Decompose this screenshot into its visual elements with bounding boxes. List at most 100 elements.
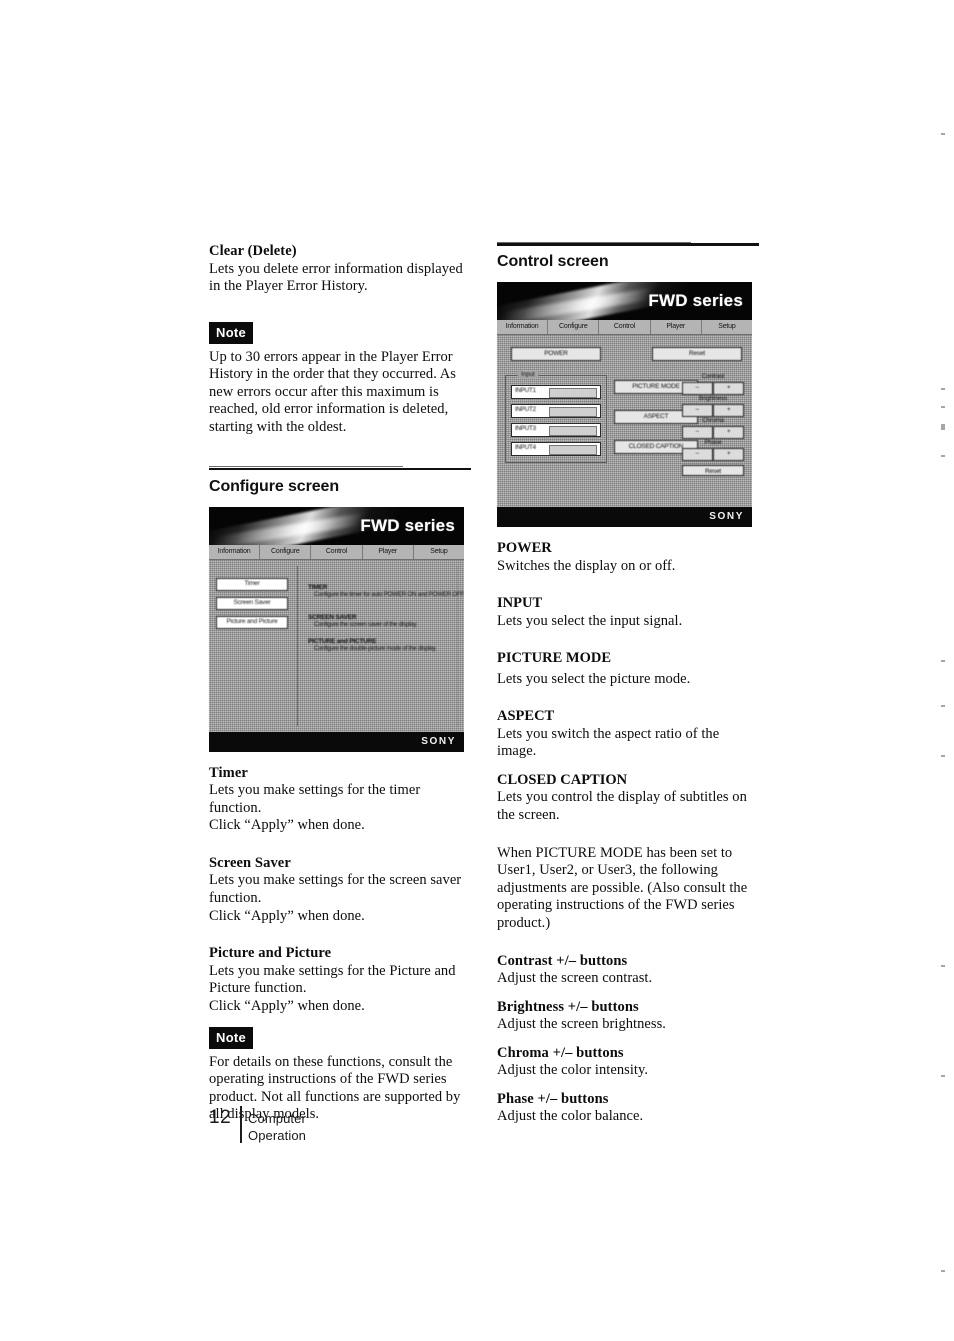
scan-speckle (941, 388, 945, 390)
note-1-body: Up to 30 errors appear in the Player Err… (209, 348, 456, 436)
input-row-3-field[interactable] (549, 426, 597, 436)
input-row-3-label: INPUT3 (515, 425, 536, 432)
adjustment-brightness: Brightness – + (682, 395, 744, 417)
user-mode-note: When PICTURE MODE has been set to User1,… (497, 844, 748, 932)
chroma-minus-button[interactable]: – (682, 426, 713, 439)
scan-speckle (941, 133, 945, 135)
timer-apply-note: Click “Apply” when done. (209, 817, 365, 834)
scan-speckle (941, 1270, 945, 1272)
entry-picture-and-picture-title: PICTURE and PICTURE (308, 637, 377, 645)
screen-saver-apply-note: Click “Apply” when done. (209, 907, 365, 924)
picture-mode-body: Lets you select the picture mode. (497, 670, 691, 687)
tab-control[interactable]: Control (599, 320, 651, 334)
configure-screen-title: Configure screen (209, 477, 339, 495)
clear-delete-body: Lets you delete error information displa… (209, 260, 463, 295)
picture-and-picture-apply-note: Click “Apply” when done. (209, 997, 365, 1014)
reset-button[interactable]: Reset (652, 347, 742, 361)
adjustment-phase: Phase – + (682, 439, 744, 461)
screen-saver-term: Screen Saver (209, 854, 291, 871)
phase-plus-button[interactable]: + (713, 448, 744, 461)
tab-information[interactable]: Information (209, 544, 261, 559)
entry-timer-desc: Configure the timer for auto POWER ON an… (314, 590, 464, 598)
input-row-4-label: INPUT4 (515, 444, 536, 451)
chroma-label: Chroma (702, 417, 724, 424)
chroma-section: Chroma +/– buttons Adjust the color inte… (497, 1045, 759, 1080)
configure-screen-heading: Configure screen (209, 466, 471, 496)
timer-section: Timer Lets you make settings for the tim… (209, 765, 471, 835)
contrast-plus-button[interactable]: + (713, 382, 744, 395)
brightness-body: Adjust the screen brightness. (497, 1016, 666, 1033)
brightness-section: Brightness +/– buttons Adjust the screen… (497, 999, 759, 1034)
note-block-1: Note Up to 30 errors appear in the Playe… (209, 321, 471, 437)
menu-button-timer[interactable]: Timer (216, 577, 288, 591)
input-row-3[interactable]: INPUT3 (511, 423, 601, 437)
heading-rule (497, 241, 759, 246)
menu-button-screen-saver[interactable]: Screen Saver (216, 596, 288, 610)
sony-logo: SONY (709, 511, 744, 522)
screenshot-banner: FWD series (497, 282, 752, 320)
scan-speckle (941, 406, 945, 408)
screenshot-tabbar: Information Configure Control Player Set… (497, 320, 752, 335)
phase-body: Adjust the color balance. (497, 1108, 644, 1125)
tab-setup[interactable]: Setup (414, 545, 464, 559)
input-row-1-field[interactable] (549, 388, 597, 398)
chroma-plus-button[interactable]: + (713, 426, 744, 439)
tab-configure[interactable]: Configure (260, 544, 312, 559)
phase-term: Phase +/– buttons (497, 1090, 609, 1107)
screenshot-banner: FWD series (209, 506, 464, 545)
right-column: Control screen FWD series Information Co… (497, 241, 759, 1126)
contrast-section: Contrast +/– buttons Adjust the screen c… (497, 953, 759, 988)
screenshot-footer: SONY (209, 731, 464, 752)
closed-caption-section: CLOSED CAPTION Lets you control the disp… (497, 772, 759, 825)
entry-picture-and-picture: PICTURE and PICTURE Configure the double… (308, 638, 464, 653)
contrast-term: Contrast +/– buttons (497, 952, 628, 969)
input-group: Input INPUT1 INPUT2 INPUT3 INPUT4 (505, 371, 607, 463)
tab-control[interactable]: Control (311, 544, 363, 559)
input-row-2-label: INPUT2 (515, 406, 536, 413)
screenshot-tabbar: Information Configure Control Player Set… (209, 544, 464, 560)
input-row-4[interactable]: INPUT4 (511, 442, 601, 456)
contrast-minus-button[interactable]: – (682, 382, 713, 395)
tab-player[interactable]: Player (363, 544, 414, 559)
scan-speckle (941, 755, 945, 757)
input-row-2-field[interactable] (549, 407, 597, 417)
aspect-term: ASPECT (497, 708, 555, 725)
entry-screen-saver: SCREEN SAVER Configure the screen saver … (308, 614, 464, 629)
tab-setup[interactable]: Setup (702, 320, 752, 334)
manual-page: Clear (Delete) Lets you delete error inf… (0, 0, 954, 1341)
configure-menu-column: Timer Screen Saver Picture and Picture (216, 577, 288, 635)
tab-information[interactable]: Information (497, 320, 549, 334)
input-row-1[interactable]: INPUT1 (511, 385, 601, 399)
control-screen-screenshot: FWD series Information Configure Control… (497, 282, 752, 527)
screen-saver-body: Lets you make settings for the screen sa… (209, 872, 462, 907)
phase-minus-button[interactable]: – (682, 448, 713, 461)
tab-player[interactable]: Player (651, 320, 702, 334)
tab-configure[interactable]: Configure (548, 320, 600, 334)
brightness-plus-button[interactable]: + (713, 404, 744, 417)
scan-speckle (941, 424, 945, 430)
brightness-buttons: – + (682, 404, 744, 417)
scan-speckle (941, 705, 945, 707)
configure-screen-screenshot: FWD series Information Configure Control… (209, 506, 464, 752)
input-row-2[interactable]: INPUT2 (511, 404, 601, 418)
timer-term: Timer (209, 764, 248, 781)
input-term: INPUT (497, 595, 543, 612)
adjustment-reset-button[interactable]: Reset (682, 465, 744, 476)
closed-caption-body: Lets you control the display of subtitle… (497, 789, 747, 824)
input-row-4-field[interactable] (549, 445, 597, 455)
brightness-minus-button[interactable]: – (682, 404, 713, 417)
menu-button-picture-and-picture[interactable]: Picture and Picture (216, 615, 288, 629)
configure-content-pane: TIMER Configure the timer for auto POWER… (297, 565, 464, 726)
note-badge: Note (209, 321, 254, 344)
power-button[interactable]: POWER (511, 347, 601, 361)
contrast-body: Adjust the screen contrast. (497, 970, 653, 987)
